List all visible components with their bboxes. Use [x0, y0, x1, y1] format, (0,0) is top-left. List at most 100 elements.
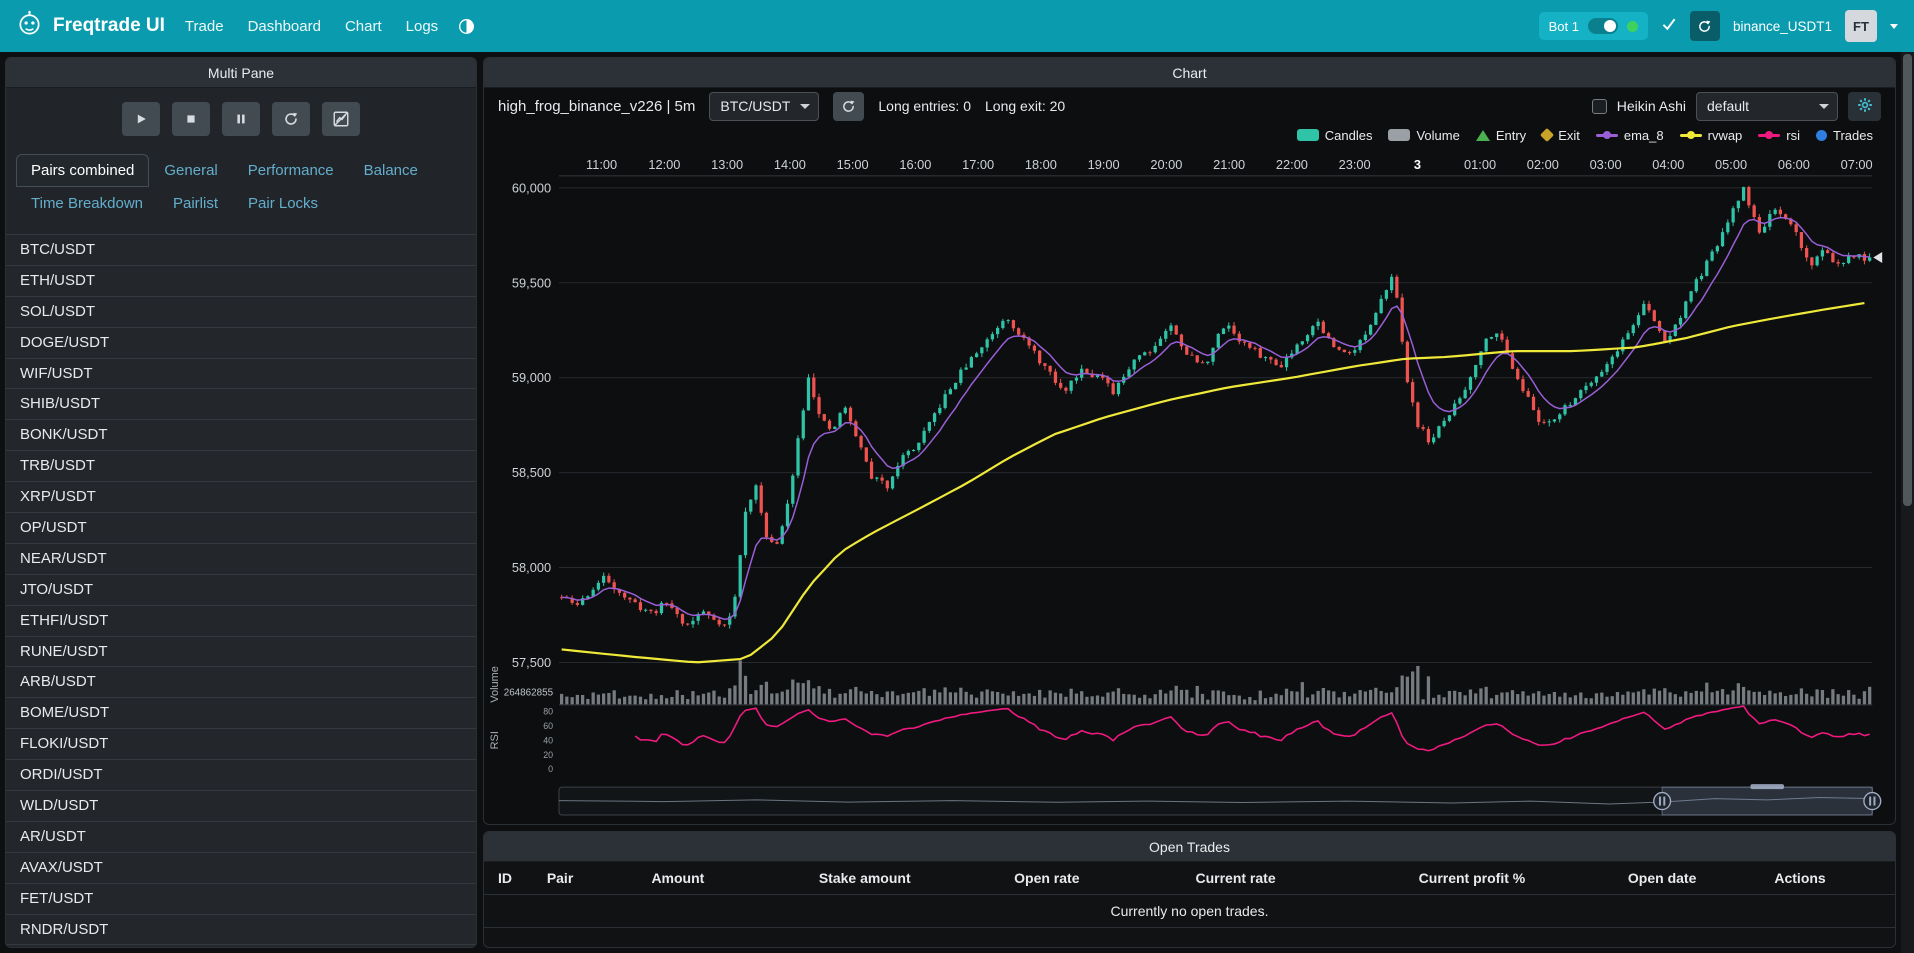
pair-list-item[interactable]: TRB/USDT [6, 451, 476, 482]
right-column: Chart high_frog_binance_v226 | 5m BTC/US… [483, 57, 1896, 948]
svg-text:21:00: 21:00 [1213, 157, 1245, 172]
column-header-current-profit-: Current profit % [1413, 862, 1622, 894]
tab-general[interactable]: General [149, 154, 232, 187]
pair-list-item[interactable]: AVAX/USDT [6, 853, 476, 884]
svg-text:01:00: 01:00 [1464, 157, 1496, 172]
user-menu-caret-icon[interactable] [1890, 24, 1898, 33]
page: { "navbar": { "brand": "Freqtrade UI", "… [0, 0, 1914, 953]
pair-list-item[interactable]: DOGE/USDT [6, 328, 476, 359]
pair-list-item[interactable]: BTC/USDT [6, 235, 476, 266]
top-navbar: Freqtrade UI Trade Dashboard Chart Logs Bot… [0, 0, 1914, 52]
pair-list-item[interactable]: BOME/USDT [6, 698, 476, 729]
svg-text:17:00: 17:00 [962, 157, 994, 172]
datazoom-handle[interactable] [1654, 793, 1671, 810]
pair-list-item[interactable]: FET/USDT [6, 884, 476, 915]
column-header-pair: Pair [541, 862, 646, 894]
pair-list-item[interactable]: SHIB/USDT [6, 389, 476, 420]
tab-performance[interactable]: Performance [233, 154, 349, 187]
play-button[interactable] [122, 102, 160, 136]
bot-selector[interactable]: Bot 1 [1539, 12, 1648, 40]
user-avatar[interactable]: FT [1845, 10, 1877, 42]
pair-list-item[interactable]: SOL/USDT [6, 297, 476, 328]
plot-config-select[interactable]: default [1696, 92, 1838, 121]
pair-list-item[interactable]: FLOKI/USDT [6, 729, 476, 760]
nav-link-chart[interactable]: Chart [345, 18, 382, 35]
datazoom-handle[interactable] [1864, 793, 1881, 810]
legend-item-exit[interactable]: Exit [1542, 128, 1580, 143]
pair-list: BTC/USDTETH/USDTSOL/USDTDOGE/USDTWIF/USD… [6, 234, 476, 947]
svg-text:06:00: 06:00 [1778, 157, 1810, 172]
brand-title: Freqtrade UI [53, 15, 165, 37]
legend-item-candles[interactable]: Candles [1297, 128, 1373, 143]
page-scrollbar[interactable] [1901, 52, 1914, 953]
multi-pane-tabs: Pairs combinedGeneralPerformanceBalance T… [6, 146, 476, 220]
pair-list-item[interactable]: AR/USDT [6, 822, 476, 853]
pair-list-item[interactable]: RUNE/USDT [6, 637, 476, 668]
legend-label: Candles [1325, 128, 1373, 143]
pause-button[interactable] [222, 102, 260, 136]
chart-remove-button[interactable] [322, 102, 360, 136]
pair-list-item[interactable]: WIF/USDT [6, 359, 476, 390]
heikin-ashi-checkbox[interactable] [1592, 99, 1607, 114]
svg-text:03:00: 03:00 [1590, 157, 1622, 172]
pair-list-item[interactable]: XRP/USDT [6, 482, 476, 513]
bot-toggle-switch[interactable] [1588, 18, 1618, 34]
svg-text:07:00: 07:00 [1841, 157, 1873, 172]
pair-list-item[interactable]: JTO/USDT [6, 575, 476, 606]
svg-text:13:00: 13:00 [711, 157, 743, 172]
legend-item-rvwap[interactable]: rvwap [1680, 128, 1743, 143]
svg-text:59,000: 59,000 [512, 370, 551, 385]
column-header-id: ID [492, 862, 541, 894]
legend-item-rsi[interactable]: rsi [1758, 128, 1800, 143]
multi-pane-panel: Multi Pane [5, 57, 477, 948]
brand[interactable]: Freqtrade UI [16, 10, 165, 43]
pair-list-item[interactable]: OP/USDT [6, 513, 476, 544]
reload-button[interactable] [272, 102, 310, 136]
chart-refresh-button[interactable] [833, 92, 864, 121]
column-header-stake-amount: Stake amount [813, 862, 1008, 894]
theme-toggle-icon[interactable] [458, 18, 475, 35]
pair-list-item[interactable]: WLD/USDT [6, 791, 476, 822]
nav-link-logs[interactable]: Logs [406, 18, 439, 35]
svg-text:04:00: 04:00 [1652, 157, 1684, 172]
pair-select-wrap: BTC/USDT [709, 92, 819, 121]
freqtrade-logo [16, 10, 43, 43]
pair-list-item[interactable]: ETHFI/USDT [6, 606, 476, 637]
legend-item-ema-8[interactable]: ema_8 [1596, 128, 1664, 143]
nav-link-trade[interactable]: Trade [185, 18, 224, 35]
column-header-open-date: Open date [1622, 862, 1768, 894]
tab-time-breakdown[interactable]: Time Breakdown [16, 187, 158, 220]
tab-pairlist[interactable]: Pairlist [158, 187, 233, 220]
pair-list-item[interactable]: DOT/USDT [6, 945, 476, 947]
pair-list-item[interactable]: ORDI/USDT [6, 760, 476, 791]
svg-text:58,000: 58,000 [512, 560, 551, 575]
svg-text:14:00: 14:00 [774, 157, 806, 172]
nav-links: Trade Dashboard Chart Logs [185, 18, 438, 35]
svg-text:11:00: 11:00 [586, 157, 617, 172]
stop-button[interactable] [172, 102, 210, 136]
legend-item-volume[interactable]: Volume [1388, 128, 1459, 143]
svg-text:05:00: 05:00 [1715, 157, 1747, 172]
pair-list-item[interactable]: NEAR/USDT [6, 544, 476, 575]
pair-list-item[interactable]: ARB/USDT [6, 667, 476, 698]
legend-label: Trades [1833, 128, 1873, 143]
scrollbar-thumb[interactable] [1903, 54, 1912, 506]
price-chart[interactable]: 60,00059,50059,00058,50058,00057,50011:0… [484, 146, 1895, 824]
pair-list-item[interactable]: ETH/USDT [6, 266, 476, 297]
tab-pair-locks[interactable]: Pair Locks [233, 187, 333, 220]
plot-settings-button[interactable] [1848, 92, 1881, 121]
svg-text:264862855: 264862855 [504, 687, 554, 698]
pair-list-item[interactable]: BONK/USDT [6, 420, 476, 451]
pair-list-item[interactable]: RNDR/USDT [6, 915, 476, 946]
legend-item-entry[interactable]: Entry [1476, 128, 1526, 143]
open-trades-header-row: IDPairAmountStake amountOpen rateCurrent… [484, 862, 1895, 895]
legend-item-trades[interactable]: Trades [1816, 128, 1873, 143]
open-trades-title: Open Trades [484, 832, 1895, 862]
tab-pairs-combined[interactable]: Pairs combined [16, 154, 149, 187]
pair-select[interactable]: BTC/USDT [709, 92, 819, 121]
tab-balance[interactable]: Balance [349, 154, 433, 187]
check-icon [1661, 16, 1677, 37]
entry-swatch-icon [1476, 130, 1490, 141]
bot-refresh-button[interactable] [1690, 11, 1720, 41]
nav-link-dashboard[interactable]: Dashboard [248, 18, 321, 35]
